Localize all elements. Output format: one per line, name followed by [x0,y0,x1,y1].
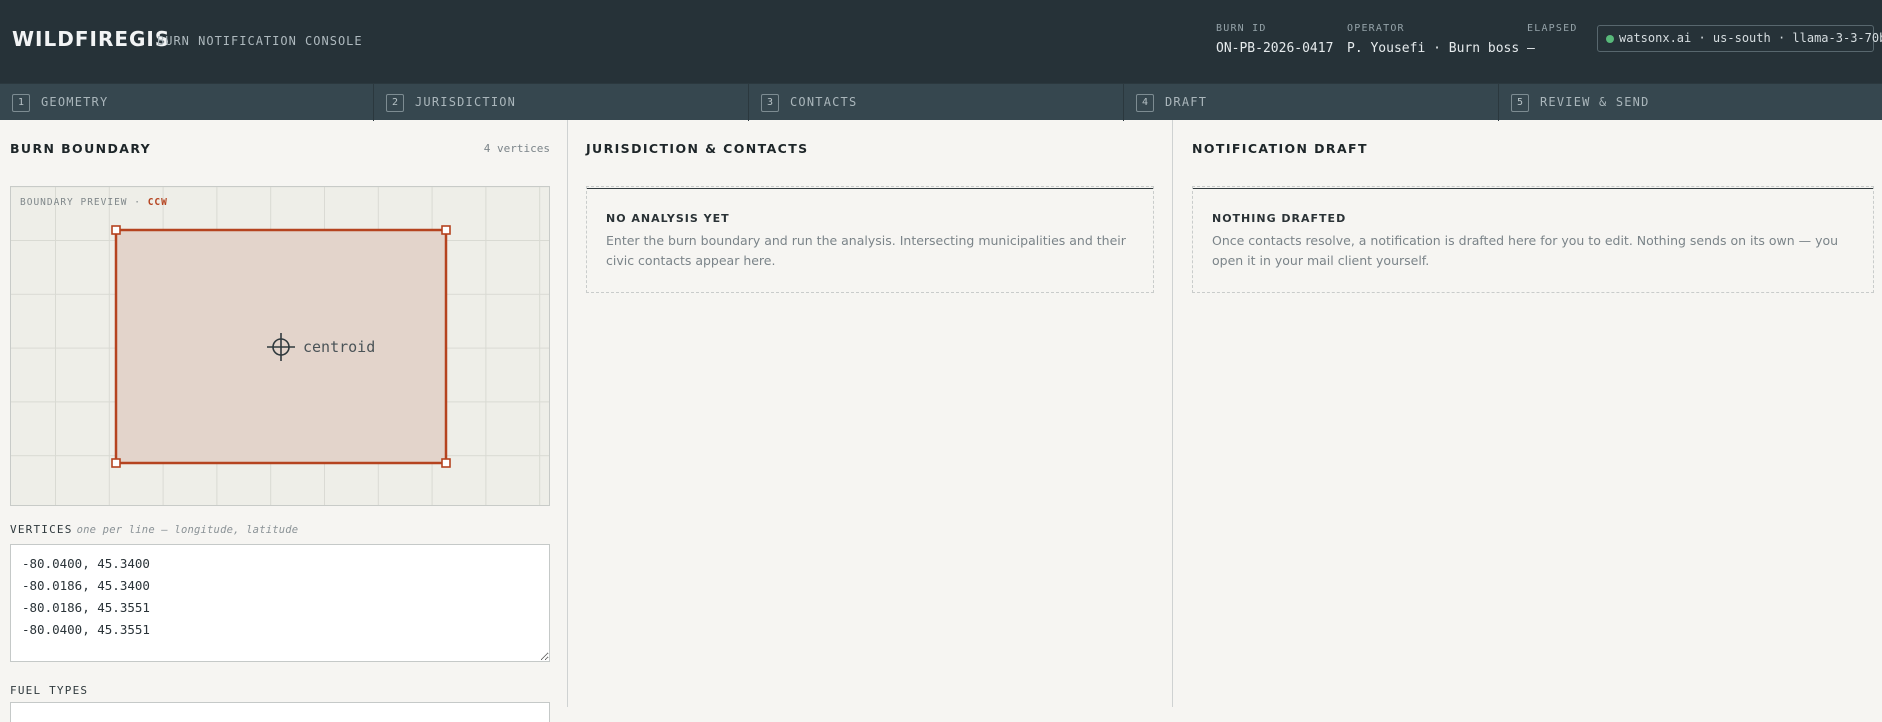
operator-label: OPERATOR [1347,23,1405,34]
jurisdiction-panel: JURISDICTION & CONTACTS NO ANALYSIS YET … [568,120,1173,707]
vertices-label: VERTICES one per line — longitude, latitu… [10,523,298,536]
tab-contacts[interactable]: 3 CONTACTS [749,84,1124,121]
draft-header: NOTIFICATION DRAFT [1192,141,1874,189]
step-label: GEOMETRY [41,95,109,109]
vertices-hint: one per line — longitude, latitude [76,524,299,536]
app-subtitle: BURN NOTIFICATION CONSOLE [157,34,363,48]
vertex-count: 4 vertices [483,142,550,155]
burn-id-meta: BURN ID ON-PB-2026-0417 [1216,23,1333,56]
operator-meta: OPERATOR P. Yousefi · Burn boss [1347,23,1519,56]
step-number: 2 [386,94,404,112]
burn-id-value: ON-PB-2026-0417 [1216,41,1334,56]
empty-state-body: Once contacts resolve, a notification is… [1212,233,1839,268]
fuel-types-label: FUEL TYPES [10,684,89,697]
tab-review-send[interactable]: 5 REVIEW & SEND [1499,84,1882,121]
operator-value: P. Yousefi · Burn boss [1347,41,1520,56]
burn-boundary-panel: BURN BOUNDARY 4 vertices BOUNDARY PREVIE… [0,120,568,722]
burn-boundary-header: BURN BOUNDARY 4 vertices [10,141,550,189]
step-number: 4 [1136,94,1154,112]
section-title: BURN BOUNDARY [10,141,152,156]
brand-logo: WILDFIREGIS [12,27,171,51]
vertex-handle[interactable] [111,225,121,235]
section-title: NOTIFICATION DRAFT [1192,141,1368,156]
model-status-pill[interactable]: watsonx.ai · us-south · llama-3-3-70b [1597,25,1882,52]
section-title: JURISDICTION & CONTACTS [586,141,809,156]
tab-jurisdiction[interactable]: 2 JURISDICTION [374,84,749,121]
fuel-types-select[interactable] [10,702,550,722]
notification-draft-panel: NOTIFICATION DRAFT NOTHING DRAFTED Once … [1173,120,1882,707]
step-number: 1 [12,94,30,112]
vertex-handle[interactable] [111,458,121,468]
step-label: REVIEW & SEND [1540,95,1650,109]
step-label: JURISDICTION [415,95,517,109]
burn-id-label: BURN ID [1216,23,1267,34]
vertex-handle[interactable] [441,225,451,235]
step-number: 5 [1511,94,1529,112]
status-dot-icon [1606,35,1614,43]
tab-geometry[interactable]: 1 GEOMETRY [0,84,374,121]
tab-draft[interactable]: 4 DRAFT [1124,84,1499,121]
model-status-text: watsonx.ai · us-south · llama-3-3-70b [1619,31,1882,45]
elapsed-meta: ELAPSED — [1527,23,1578,56]
empty-state-title: NOTHING DRAFTED [1212,212,1347,225]
app-header: WILDFIREGIS BURN NOTIFICATION CONSOLE BU… [0,0,1882,83]
boundary-preview[interactable]: BOUNDARY PREVIEW · CCW centroid [10,186,550,506]
step-number: 3 [761,94,779,112]
step-label: CONTACTS [790,95,858,109]
jurisdiction-header: JURISDICTION & CONTACTS [586,141,1154,189]
centroid-label: centroid [303,338,375,356]
workflow-steps: 1 GEOMETRY 2 JURISDICTION 3 CONTACTS 4 D… [0,83,1882,121]
vertices-input[interactable]: -80.0400, 45.3400 -80.0186, 45.3400 -80.… [10,544,550,662]
jurisdiction-empty-state: NO ANALYSIS YET Enter the burn boundary … [586,186,1154,293]
empty-state-body: Enter the burn boundary and run the anal… [606,233,1126,268]
elapsed-value: — [1527,41,1535,56]
elapsed-label: ELAPSED [1527,23,1578,34]
vertices-label-text: VERTICES [10,523,73,536]
boundary-shape: centroid [111,225,451,468]
step-label: DRAFT [1165,95,1208,109]
vertex-handle[interactable] [441,458,451,468]
empty-state-title: NO ANALYSIS YET [606,212,730,225]
draft-empty-state: NOTHING DRAFTED Once contacts resolve, a… [1192,186,1874,293]
